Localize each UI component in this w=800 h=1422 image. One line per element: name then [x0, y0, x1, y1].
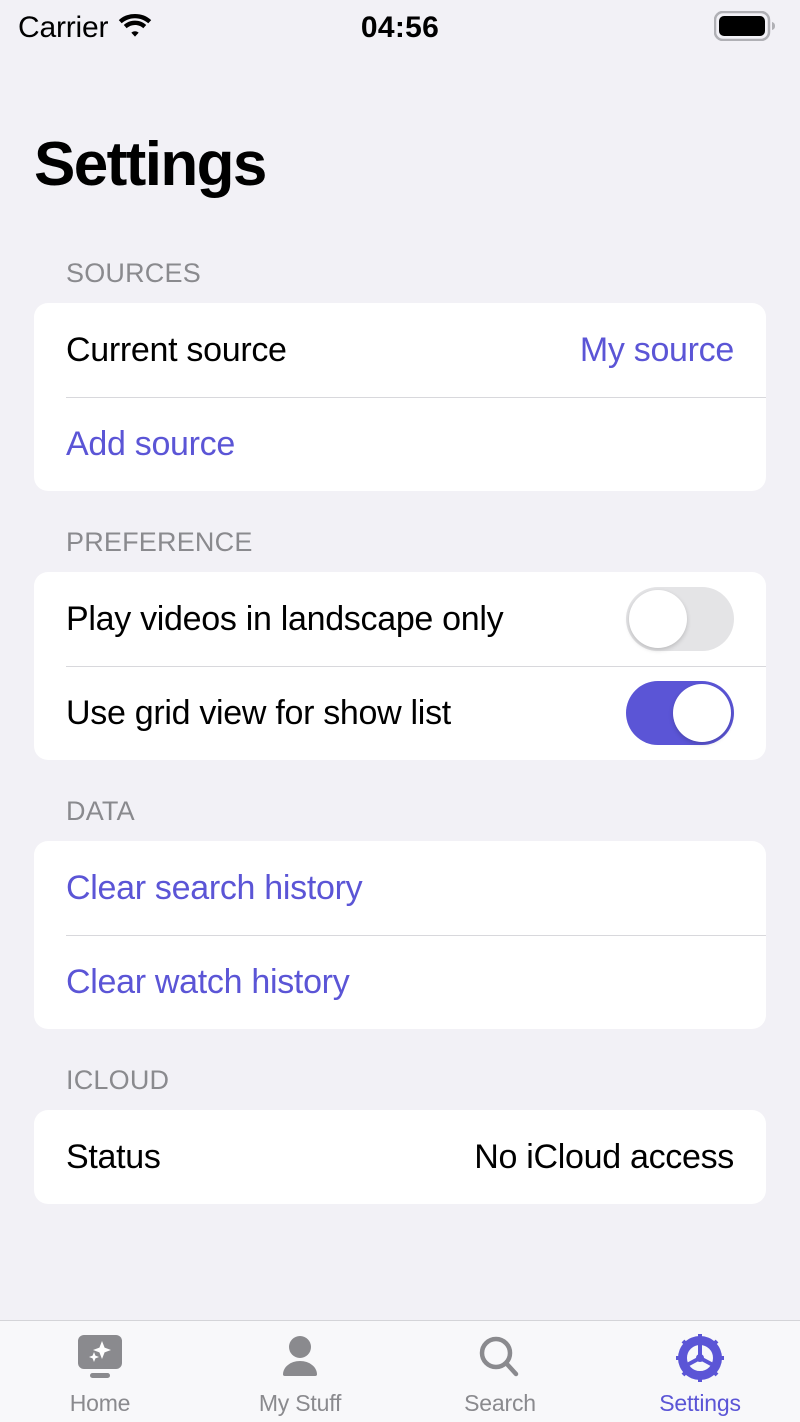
- section-header-preference: PREFERENCE: [66, 527, 253, 557]
- row-current-source[interactable]: Current source My source: [34, 303, 766, 397]
- row-label-clear-watch-history: Clear watch history: [66, 962, 350, 1001]
- card-data: Clear search history Clear watch history: [34, 841, 766, 1029]
- row-clear-watch-history[interactable]: Clear watch history: [34, 935, 766, 1029]
- tab-home[interactable]: Home: [0, 1321, 200, 1422]
- search-icon: [474, 1332, 526, 1384]
- tab-search[interactable]: Search: [400, 1321, 600, 1422]
- card-sources: Current source My source Add source: [34, 303, 766, 491]
- toggle-knob: [629, 590, 687, 648]
- card-preference: Play videos in landscape only Use grid v…: [34, 572, 766, 760]
- row-label-current-source: Current source: [66, 330, 287, 369]
- toggle-play-videos-landscape[interactable]: [626, 587, 734, 651]
- row-label-grid-view: Use grid view for show list: [66, 693, 451, 732]
- toggle-grid-view[interactable]: [626, 681, 734, 745]
- tab-label-my-stuff: My Stuff: [258, 1390, 342, 1416]
- row-label-play-videos-landscape: Play videos in landscape only: [66, 599, 504, 638]
- section-header-data: DATA: [66, 796, 135, 826]
- tab-settings[interactable]: Settings: [600, 1321, 800, 1422]
- status-bar: Carrier 04:56: [0, 0, 800, 56]
- tab-label-search: Search: [464, 1390, 536, 1416]
- section-header-sources: SOURCES: [66, 258, 201, 288]
- row-icloud-status[interactable]: Status No iCloud access: [34, 1110, 766, 1204]
- section-data: DATA Clear search history Clear watch hi…: [34, 796, 766, 1029]
- tv-sparkle-icon: [72, 1332, 128, 1384]
- card-icloud: Status No iCloud access: [34, 1110, 766, 1204]
- row-value-current-source: My source: [579, 330, 734, 369]
- section-icloud: ICLOUD Status No iCloud access: [34, 1065, 766, 1204]
- person-icon: [274, 1332, 326, 1384]
- row-play-videos-landscape[interactable]: Play videos in landscape only: [34, 572, 766, 666]
- page-title: Settings: [34, 130, 267, 199]
- tab-my-stuff[interactable]: My Stuff: [200, 1321, 400, 1422]
- row-label-add-source: Add source: [66, 424, 235, 463]
- gear-icon: [673, 1332, 727, 1384]
- row-add-source[interactable]: Add source: [34, 397, 766, 491]
- row-clear-search-history[interactable]: Clear search history: [34, 841, 766, 935]
- row-label-icloud-status: Status: [66, 1137, 161, 1176]
- row-value-icloud-status: No iCloud access: [474, 1137, 734, 1176]
- row-grid-view[interactable]: Use grid view for show list: [34, 666, 766, 760]
- tab-label-settings: Settings: [659, 1390, 741, 1416]
- section-sources: SOURCES Current source My source Add sou…: [34, 258, 766, 491]
- settings-list: SOURCES Current source My source Add sou…: [0, 258, 800, 1204]
- tab-label-home: Home: [69, 1390, 131, 1416]
- section-header-icloud: ICLOUD: [66, 1065, 170, 1095]
- row-label-clear-search-history: Clear search history: [66, 868, 363, 907]
- toggle-knob: [673, 684, 731, 742]
- clock: 04:56: [360, 11, 440, 44]
- section-preference: PREFERENCE Play videos in landscape only…: [34, 527, 766, 760]
- tab-bar: Home My Stuff Search Settings: [0, 1320, 800, 1422]
